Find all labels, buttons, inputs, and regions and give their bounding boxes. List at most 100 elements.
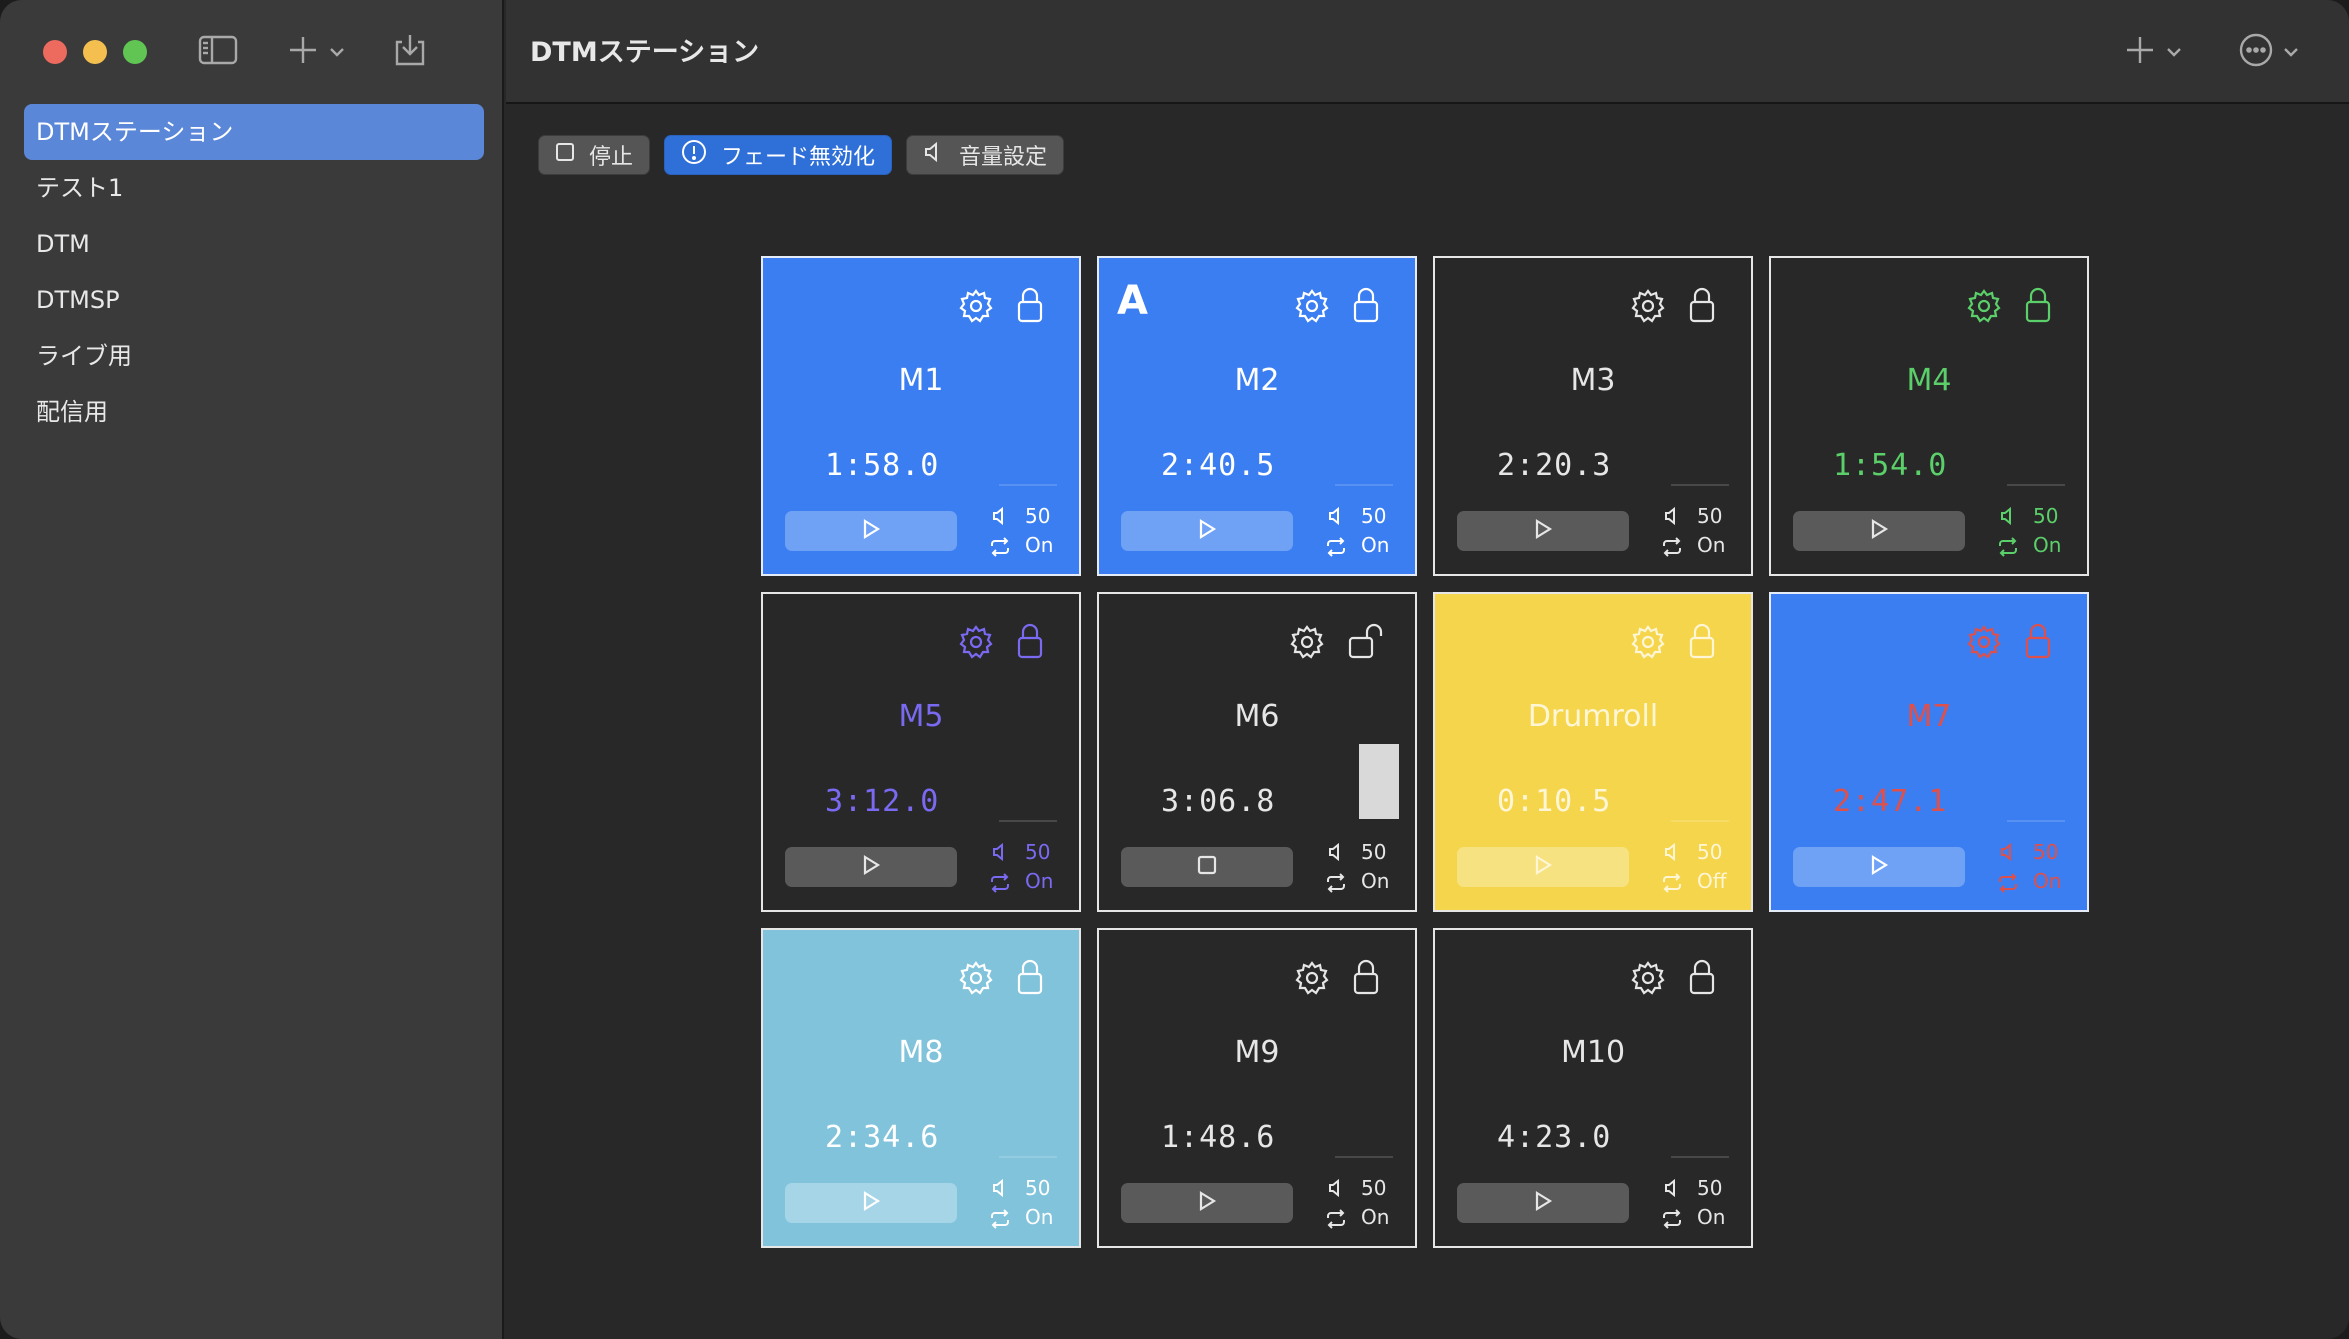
play-button[interactable]: [1793, 847, 1965, 887]
play-button[interactable]: [1121, 511, 1293, 551]
repeat-icon: [1996, 872, 2020, 898]
sound-tile[interactable]: M10 4:23.0 50 On: [1433, 928, 1753, 1248]
gear-icon[interactable]: [958, 624, 994, 664]
speaker-icon: [991, 1178, 1011, 1202]
sound-tile[interactable]: M4 1:54.0 50 On: [1769, 256, 2089, 576]
speaker-icon: [1999, 506, 2019, 530]
window-title: DTMステーション: [530, 37, 760, 68]
repeat-icon: [1324, 872, 1348, 898]
play-button[interactable]: [785, 1183, 957, 1223]
gear-icon[interactable]: [958, 288, 994, 328]
lock-icon[interactable]: [1687, 958, 1717, 1000]
tile-volume: 50: [1025, 504, 1051, 528]
lock-open-icon[interactable]: [1347, 622, 1385, 664]
play-button[interactable]: [785, 511, 957, 551]
lock-icon[interactable]: [1015, 622, 1045, 664]
sidebar-icon: [198, 35, 238, 69]
play-button[interactable]: [1457, 1183, 1629, 1223]
sidebar-item-streaming[interactable]: 配信用: [24, 384, 484, 440]
tile-name: M10: [1560, 1035, 1626, 1070]
tile-duration: 2:34.6: [825, 1120, 940, 1155]
sidebar: DTMステーション テスト1 DTM DTMSP ライブ用 配信用: [0, 0, 504, 1339]
tile-name: M7: [1906, 699, 1952, 734]
repeat-icon: [1996, 536, 2020, 562]
lock-icon[interactable]: [1015, 958, 1045, 1000]
tile-loop-status: On: [1361, 869, 1390, 893]
sidebar-item-live[interactable]: ライブ用: [24, 328, 484, 384]
play-button[interactable]: [1457, 847, 1629, 887]
lock-icon[interactable]: [2023, 622, 2053, 664]
repeat-icon: [1660, 1208, 1684, 1234]
play-icon: [1868, 854, 1890, 880]
lock-icon[interactable]: [1351, 286, 1381, 328]
sound-tile[interactable]: M8 2:34.6 50 On: [761, 928, 1081, 1248]
gear-icon[interactable]: [1630, 288, 1666, 328]
gear-icon[interactable]: [1294, 960, 1330, 1000]
sidebar-item-dtmsp[interactable]: DTMSP: [24, 272, 484, 328]
lock-icon[interactable]: [1351, 958, 1381, 1000]
play-button[interactable]: [785, 847, 957, 887]
play-button[interactable]: [1793, 511, 1965, 551]
play-button[interactable]: [1121, 1183, 1293, 1223]
gear-icon[interactable]: [1289, 624, 1325, 664]
lock-icon[interactable]: [2023, 286, 2053, 328]
stop-all-button[interactable]: 停止: [538, 135, 651, 175]
title-bar: DTMステーション: [506, 0, 2349, 104]
sound-tile[interactable]: M3 2:20.3 50 On: [1433, 256, 1753, 576]
speaker-icon: [1327, 842, 1347, 866]
speaker-icon: [1663, 506, 1683, 530]
sound-tile[interactable]: Drumroll 0:10.5 50 Off: [1433, 592, 1753, 912]
sound-tile[interactable]: M6 3:06.8 50 On: [1097, 592, 1417, 912]
repeat-icon: [1660, 536, 1684, 562]
sound-tile[interactable]: M9 1:48.6 50 On: [1097, 928, 1417, 1248]
gear-icon[interactable]: [1966, 624, 2002, 664]
add-menu-button[interactable]: [286, 30, 346, 74]
disable-fade-label: フェード無効化: [721, 145, 876, 170]
volume-settings-button[interactable]: 音量設定: [906, 135, 1065, 175]
sound-tile[interactable]: M1 1:58.0 50 On: [761, 256, 1081, 576]
sidebar-item-test1[interactable]: テスト1: [24, 160, 484, 216]
chevron-down-icon: [328, 43, 346, 62]
speaker-icon: [1999, 842, 2019, 866]
speaker-icon: [1663, 1178, 1683, 1202]
repeat-icon: [1324, 536, 1348, 562]
zoom-window-button[interactable]: [123, 40, 147, 64]
sidebar-toggle-button[interactable]: [198, 30, 238, 74]
tile-volume: 50: [1697, 840, 1723, 864]
disable-fade-button[interactable]: フェード無効化: [664, 135, 893, 175]
tile-loop-status: On: [1697, 1205, 1726, 1229]
play-icon: [860, 854, 882, 880]
tile-loop-status: On: [1361, 533, 1390, 557]
add-tile-button[interactable]: [2123, 30, 2183, 74]
tile-loop-status: On: [1025, 1205, 1054, 1229]
level-meter: [1335, 484, 1393, 486]
tile-name: M4: [1906, 363, 1952, 398]
sound-tile[interactable]: M5 3:12.0 50 On: [761, 592, 1081, 912]
play-button[interactable]: [1457, 511, 1629, 551]
sound-tile[interactable]: M7 2:47.1 50 On: [1769, 592, 2089, 912]
gear-icon[interactable]: [1630, 624, 1666, 664]
gear-icon[interactable]: [1630, 960, 1666, 1000]
play-icon: [860, 1190, 882, 1216]
minimize-window-button[interactable]: [83, 40, 107, 64]
plus-icon: [286, 33, 320, 71]
repeat-icon: [1324, 1208, 1348, 1234]
tile-duration: 1:48.6: [1161, 1120, 1276, 1155]
import-button[interactable]: [392, 30, 428, 74]
sidebar-item-dtm[interactable]: DTM: [24, 216, 484, 272]
more-menu-button[interactable]: [2238, 30, 2300, 74]
sidebar-item-dtm-station[interactable]: DTMステーション: [24, 104, 484, 160]
gear-icon[interactable]: [1966, 288, 2002, 328]
close-window-button[interactable]: [43, 40, 67, 64]
sound-tile[interactable]: A M2 2:40.5 50 On: [1097, 256, 1417, 576]
level-meter: [999, 1156, 1057, 1158]
lock-icon[interactable]: [1687, 286, 1717, 328]
stop-button[interactable]: [1121, 847, 1293, 887]
gear-icon[interactable]: [958, 960, 994, 1000]
lock-icon[interactable]: [1015, 286, 1045, 328]
tile-duration: 3:12.0: [825, 784, 940, 819]
gear-icon[interactable]: [1294, 288, 1330, 328]
lock-icon[interactable]: [1687, 622, 1717, 664]
play-icon: [1532, 854, 1554, 880]
tile-name: M1: [898, 363, 944, 398]
